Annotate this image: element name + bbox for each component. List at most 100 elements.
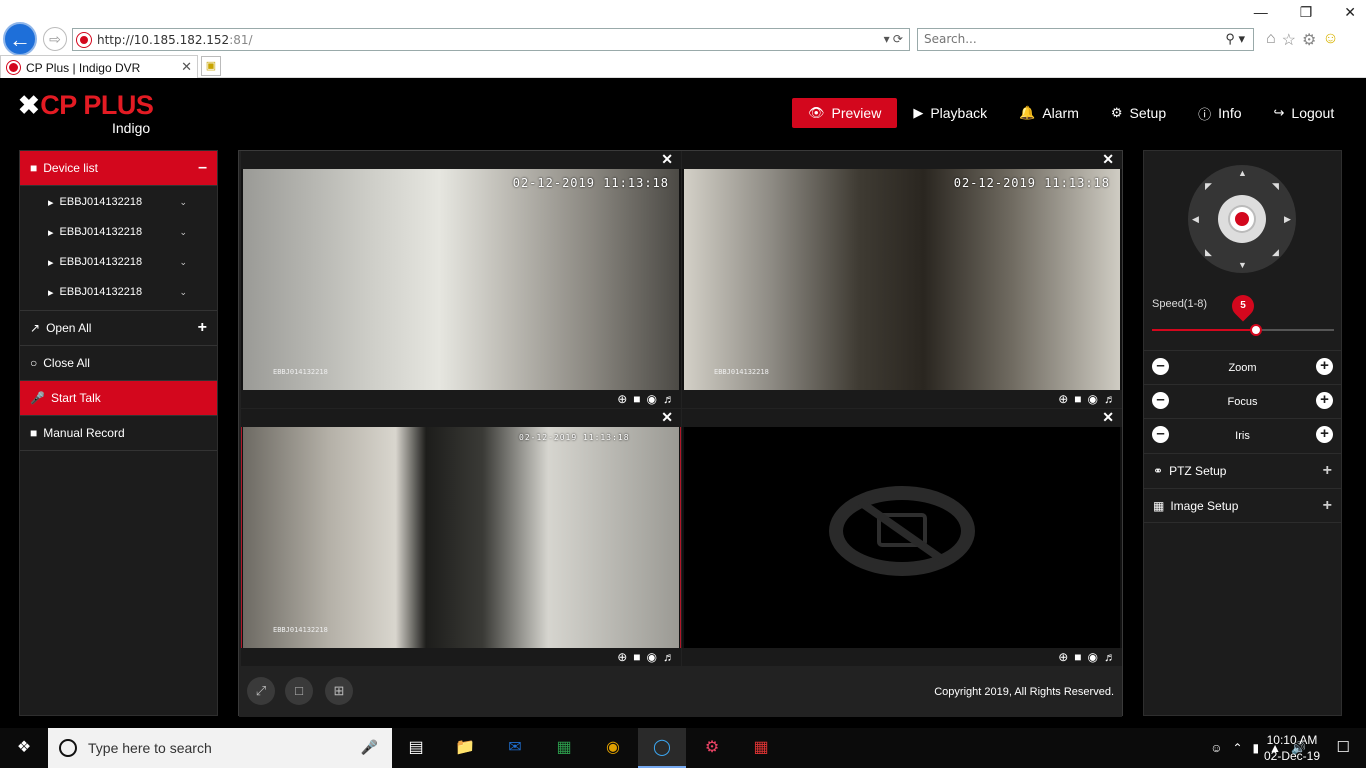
close-icon[interactable]: ✕ xyxy=(1102,409,1114,426)
manual-record-button[interactable]: ■ Manual Record xyxy=(20,416,217,451)
chrome-icon[interactable]: ◉ xyxy=(589,728,637,768)
speed-slider-handle[interactable] xyxy=(1249,324,1262,336)
start-talk-button[interactable]: 🎤 Start Talk xyxy=(20,381,217,416)
ptz-setup-section[interactable]: ⚭ PTZ Setup + xyxy=(1144,453,1341,488)
zoom-icon[interactable]: ⊕ xyxy=(617,392,627,406)
taskbar-clock[interactable]: 10:10 AM 02-Dec-19 xyxy=(1264,732,1320,764)
tally-app-icon[interactable]: ▦ xyxy=(737,728,785,768)
taskbar-search[interactable]: Type here to search 🎤 xyxy=(48,728,392,768)
camera-feed-1[interactable]: 02-12-2019 11:13:18 EBBJ014132218 xyxy=(243,169,679,390)
close-icon[interactable]: ✕ xyxy=(1102,151,1114,168)
search-icon[interactable]: ⚲ ▾ xyxy=(1225,31,1245,47)
video-cell-2[interactable]: ✕ 02-12-2019 11:13:18 EBBJ014132218 ⊕ ■ … xyxy=(682,151,1122,408)
browser-tab[interactable]: CP Plus | Indigo DVR ✕ xyxy=(0,55,198,78)
task-view-icon[interactable]: ▤ xyxy=(392,728,440,768)
zoom-icon[interactable]: ⊕ xyxy=(1058,392,1068,406)
ptz-direction-wheel[interactable]: ▲ ▼ ◀ ▶ ◤ ◥ ◣ ◢ xyxy=(1188,165,1296,273)
audio-icon[interactable]: ♬ xyxy=(663,650,675,664)
audio-icon[interactable]: ♬ xyxy=(1104,650,1116,664)
minimize-icon[interactable]: — xyxy=(1254,4,1268,21)
chevron-up-icon[interactable]: ⌃ xyxy=(1232,741,1242,755)
zoom-icon[interactable]: ⊕ xyxy=(1058,650,1068,664)
nav-preview[interactable]: 👁 Preview xyxy=(792,98,898,128)
internet-explorer-icon[interactable]: ◯ xyxy=(638,728,686,768)
record-icon[interactable]: ■ xyxy=(633,392,640,406)
nav-info[interactable]: ⓘ Info xyxy=(1182,98,1257,128)
arrow-down-icon[interactable]: ▼ xyxy=(1238,260,1247,270)
outlook-icon[interactable]: ✉ xyxy=(491,728,539,768)
close-icon[interactable]: ✕ xyxy=(1344,4,1356,21)
zoom-in-button[interactable]: + xyxy=(1316,358,1333,375)
video-cell-4[interactable]: ✕ ⊕ ■ ◉ ♬ xyxy=(682,409,1122,666)
close-all-button[interactable]: ○ Close All xyxy=(20,346,217,381)
device-list-header[interactable]: ■ Device list – xyxy=(20,151,217,186)
audio-icon[interactable]: ♬ xyxy=(1104,392,1116,406)
close-icon[interactable]: ✕ xyxy=(661,151,673,168)
camera-feed-3[interactable]: 02-12-2019 11:13:18 EBBJ014132218 xyxy=(243,427,679,648)
focus-in-button[interactable]: + xyxy=(1316,392,1333,409)
people-icon[interactable]: ☺ xyxy=(1210,741,1222,755)
ptz-center-button[interactable] xyxy=(1218,195,1266,243)
chevron-down-icon[interactable]: ⌄ xyxy=(179,227,187,238)
video-cell-3[interactable]: ✕ 02-12-2019 11:13:18 EBBJ014132218 ⊕ ■ … xyxy=(241,409,681,666)
address-url[interactable]: http://10.185.182.152:81/ xyxy=(97,33,253,47)
plus-icon[interactable]: + xyxy=(198,319,207,337)
chevron-down-icon[interactable]: ⌄ xyxy=(179,257,187,268)
snapshot-icon[interactable]: ◉ xyxy=(647,392,657,406)
windows-start-icon[interactable]: ❖ xyxy=(0,728,48,768)
arrow-left-icon[interactable]: ◀ xyxy=(1192,214,1199,225)
arrow-up-left-icon[interactable]: ◤ xyxy=(1205,181,1212,192)
open-all-button[interactable]: ↗ Open All + xyxy=(20,311,217,346)
snapshot-icon[interactable]: ◉ xyxy=(1088,650,1098,664)
favorites-star-icon[interactable]: ☆ xyxy=(1282,30,1296,50)
feedback-smiley-icon[interactable]: ☺ xyxy=(1322,30,1338,50)
arrow-up-right-icon[interactable]: ◥ xyxy=(1272,181,1279,192)
arrow-up-icon[interactable]: ▲ xyxy=(1238,168,1247,178)
new-tab-button[interactable]: ▣ xyxy=(201,56,221,76)
chevron-down-icon[interactable]: ⌄ xyxy=(179,197,187,208)
device-item[interactable]: ▸ EBBJ014132218 ⌄ xyxy=(20,187,217,217)
browser-search-bar[interactable]: ⚲ ▾ xyxy=(917,28,1254,51)
gear-icon[interactable]: ⚙ xyxy=(1302,30,1316,50)
record-icon[interactable]: ■ xyxy=(633,650,640,664)
zoom-icon[interactable]: ⊕ xyxy=(617,650,627,664)
record-icon[interactable]: ■ xyxy=(1074,650,1081,664)
quad-layout-icon[interactable]: ⊞ xyxy=(325,677,353,705)
snapshot-icon[interactable]: ◉ xyxy=(647,650,657,664)
device-item[interactable]: ▸ EBBJ014132218 ⌄ xyxy=(20,217,217,247)
file-explorer-icon[interactable]: 📁 xyxy=(441,728,489,768)
iris-open-button[interactable]: + xyxy=(1316,426,1333,443)
excel-icon[interactable]: ▦ xyxy=(540,728,588,768)
paint-icon[interactable]: ⚙ xyxy=(688,728,736,768)
plus-icon[interactable]: + xyxy=(1323,497,1332,515)
home-icon[interactable]: ⌂ xyxy=(1266,30,1276,50)
notification-icon[interactable]: ☐ xyxy=(1337,738,1350,756)
nav-setup[interactable]: ⚙ Setup xyxy=(1095,98,1182,128)
camera-feed-empty[interactable] xyxy=(684,427,1120,648)
forward-button[interactable]: ⇨ xyxy=(43,27,67,51)
close-icon[interactable]: ✕ xyxy=(661,409,673,426)
device-item[interactable]: ▸ EBBJ014132218 ⌄ xyxy=(20,247,217,277)
speed-slider[interactable]: 5 xyxy=(1152,290,1334,336)
tab-close-icon[interactable]: ✕ xyxy=(181,59,192,75)
battery-icon[interactable]: ▮ xyxy=(1253,741,1260,755)
plus-icon[interactable]: + xyxy=(1323,462,1332,480)
browser-search-input[interactable] xyxy=(924,32,1204,46)
record-icon[interactable]: ■ xyxy=(1074,392,1081,406)
camera-feed-2[interactable]: 02-12-2019 11:13:18 EBBJ014132218 xyxy=(684,169,1120,390)
snapshot-icon[interactable]: ◉ xyxy=(1088,392,1098,406)
arrow-down-right-icon[interactable]: ◢ xyxy=(1272,247,1279,258)
audio-icon[interactable]: ♬ xyxy=(663,392,675,406)
refresh-icon[interactable]: ▾ ⟳ xyxy=(884,32,903,46)
nav-alarm[interactable]: 🔔 Alarm xyxy=(1003,98,1095,128)
video-cell-1[interactable]: ✕ 02-12-2019 11:13:18 EBBJ014132218 ⊕ ■ … xyxy=(241,151,681,408)
nav-logout[interactable]: ↪ Logout xyxy=(1258,98,1351,128)
single-layout-icon[interactable]: □ xyxy=(285,677,313,705)
collapse-icon[interactable]: – xyxy=(198,159,207,177)
fullscreen-icon[interactable]: ⤢ xyxy=(247,677,275,705)
back-button[interactable]: ← xyxy=(3,22,37,56)
arrow-right-icon[interactable]: ▶ xyxy=(1284,214,1291,225)
microphone-icon[interactable]: 🎤 xyxy=(361,739,378,756)
address-bar[interactable]: http://10.185.182.152:81/ ▾ ⟳ xyxy=(72,28,910,51)
nav-playback[interactable]: ▶ Playback xyxy=(897,98,1003,128)
